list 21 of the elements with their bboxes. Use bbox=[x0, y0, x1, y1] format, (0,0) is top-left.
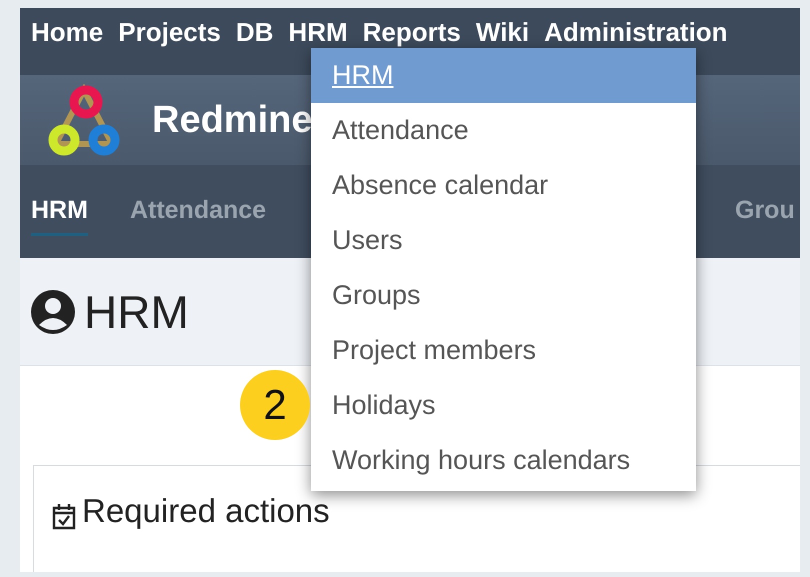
top-menu-item[interactable]: Projects bbox=[118, 18, 221, 46]
top-menu-item[interactable]: Home bbox=[31, 18, 104, 46]
site-title: Redmine bbox=[152, 98, 312, 142]
top-menu-item[interactable]: Administration bbox=[544, 18, 728, 46]
calendar-check-icon bbox=[52, 502, 76, 530]
menu-item[interactable]: Users bbox=[311, 213, 696, 268]
logo-icon bbox=[46, 84, 122, 156]
top-menu-item[interactable]: HRM bbox=[288, 18, 348, 46]
top-menu-item[interactable]: DB bbox=[236, 18, 274, 46]
page-title: HRM bbox=[84, 284, 189, 338]
top-menu-item[interactable]: Reports bbox=[362, 18, 461, 46]
top-menu-item[interactable]: Wiki bbox=[476, 18, 530, 46]
menu-item[interactable]: Working hours calendars bbox=[311, 433, 696, 488]
tab[interactable]: HRM bbox=[31, 188, 88, 236]
card-title: Required actions bbox=[82, 492, 330, 530]
menu-item[interactable]: Absence calendar bbox=[311, 158, 696, 213]
menu-item[interactable]: Attendance bbox=[311, 103, 696, 158]
menu-item[interactable]: Project members bbox=[311, 323, 696, 378]
menu-item[interactable]: Groups bbox=[311, 268, 696, 323]
menu-item[interactable]: Holidays bbox=[311, 378, 696, 433]
user-icon bbox=[30, 288, 76, 334]
